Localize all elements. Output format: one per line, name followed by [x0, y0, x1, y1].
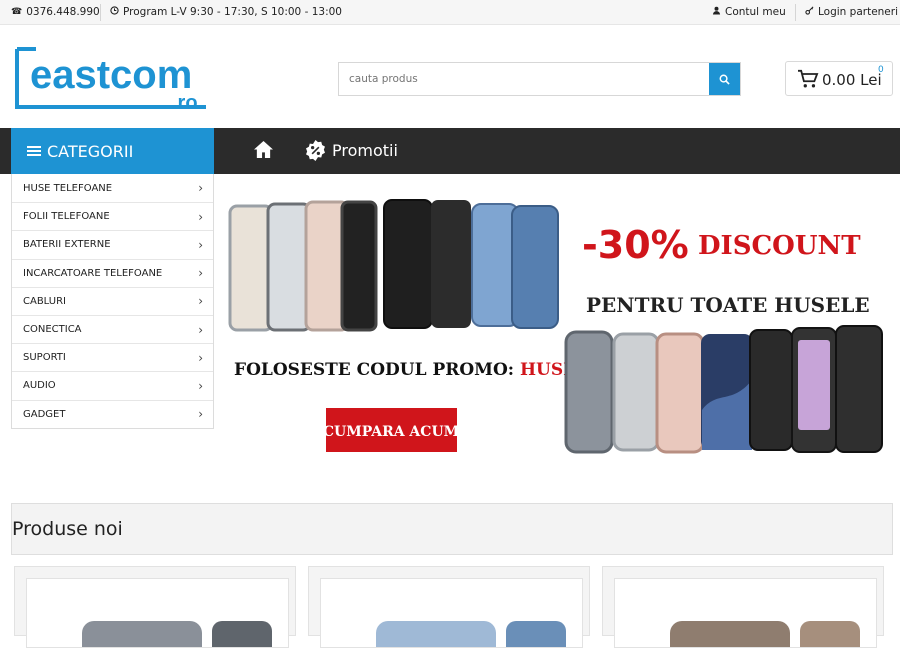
category-item[interactable]: GADGET › — [12, 399, 213, 428]
category-item[interactable]: FOLII TELEFOANE › — [12, 202, 213, 230]
product-image — [614, 578, 877, 648]
search-box — [338, 62, 741, 96]
chevron-right-icon: › — [198, 322, 203, 337]
product-card[interactable] — [602, 566, 884, 648]
category-label: INCARCATOARE TELEFOANE — [23, 267, 163, 279]
chevron-right-icon: › — [198, 350, 203, 365]
home-link[interactable] — [253, 140, 274, 163]
category-item[interactable]: INCARCATOARE TELEFOANE › — [12, 258, 213, 287]
cart-button[interactable]: 0.00 Lei 0 — [785, 61, 893, 96]
partners-login-link[interactable]: Login parteneri — [805, 6, 898, 18]
category-item[interactable]: SUPORTI › — [12, 343, 213, 371]
discount-word: DISCOUNT — [698, 231, 861, 261]
search-input[interactable] — [339, 63, 709, 95]
new-products-section: Produse noi — [11, 503, 893, 555]
category-item[interactable]: AUDIO › — [12, 371, 213, 399]
top-bar: ☎ 0376.448.990 Program L-V 9:30 - 17:30,… — [0, 0, 900, 25]
category-label: CONECTICA — [23, 324, 82, 336]
phone-cases-image-right — [564, 325, 883, 454]
category-label: CABLURI — [23, 295, 66, 307]
chevron-right-icon: › — [198, 181, 203, 196]
product-card[interactable] — [14, 566, 296, 648]
schedule-info: Program L-V 9:30 - 17:30, S 10:00 - 13:0… — [110, 6, 342, 18]
shop-now-label: CUMPARA ACUM — [323, 424, 459, 440]
chevron-right-icon: › — [198, 407, 203, 422]
nav-promotii[interactable]: Promotii — [304, 139, 398, 162]
cart-count-badge: 0 — [878, 65, 884, 75]
hamburger-icon — [27, 146, 41, 156]
search-button[interactable] — [709, 63, 740, 95]
promo-banner[interactable]: -30% DISCOUNT PENTRU TOATE HUSELE FOLOSE… — [216, 180, 900, 470]
category-label: HUSE TELEFOANE — [23, 182, 113, 194]
category-label: BATERII EXTERNE — [23, 239, 111, 251]
partners-label: Login parteneri — [818, 6, 899, 18]
phone-cases-image-left — [228, 199, 559, 332]
promo-code-text: FOLOSESTE CODUL PROMO: HUSE30 — [234, 360, 600, 380]
phone-icon: ☎ — [11, 7, 23, 17]
cart-total: 0.00 Lei — [822, 71, 882, 89]
categories-label: CATEGORII — [47, 141, 134, 161]
category-sidebar: HUSE TELEFOANE › FOLII TELEFOANE › BATERII… — [11, 174, 214, 429]
product-image — [320, 578, 583, 648]
account-link[interactable]: Contul meu — [712, 6, 786, 18]
eastcom-logo[interactable]: eastcom .ro — [14, 46, 211, 110]
product-card[interactable] — [308, 566, 590, 648]
chevron-right-icon: › — [198, 209, 203, 224]
discount-percent: -30% — [582, 223, 689, 267]
search-icon — [719, 74, 730, 85]
user-icon — [712, 6, 721, 18]
clock-icon — [110, 6, 119, 18]
category-label: AUDIO — [23, 380, 56, 392]
category-item[interactable]: BATERII EXTERNE › — [12, 230, 213, 258]
category-label: FOLII TELEFOANE — [23, 211, 110, 223]
logo-suffix: .ro — [172, 92, 198, 110]
phone-number: 0376.448.990 — [26, 6, 100, 18]
section-title: Produse noi — [12, 518, 123, 540]
cart-icon — [798, 69, 819, 88]
schedule-text: Program L-V 9:30 - 17:30, S 10:00 - 13:0… — [123, 6, 342, 18]
logo-text: eastcom — [30, 53, 192, 97]
chevron-right-icon: › — [198, 294, 203, 309]
chevron-right-icon: › — [198, 266, 203, 281]
category-item[interactable]: CABLURI › — [12, 286, 213, 315]
category-label: SUPORTI — [23, 352, 66, 364]
shop-now-button[interactable]: CUMPARA ACUM — [323, 408, 459, 452]
divider — [100, 4, 101, 21]
category-label: GADGET — [23, 408, 66, 420]
key-icon — [805, 6, 814, 18]
chevron-right-icon: › — [198, 378, 203, 393]
discount-badge-icon — [306, 139, 325, 162]
phone-info: ☎ 0376.448.990 — [11, 6, 100, 18]
category-item[interactable]: CONECTICA › — [12, 314, 213, 343]
divider — [795, 4, 796, 21]
banner-line: PENTRU TOATE HUSELE — [586, 293, 870, 317]
chevron-right-icon: › — [198, 237, 203, 252]
promo-label: Promotii — [332, 141, 398, 160]
home-icon — [254, 140, 273, 159]
category-item[interactable]: HUSE TELEFOANE › — [12, 174, 213, 202]
product-image — [26, 578, 289, 648]
categories-menu-button[interactable]: CATEGORII — [11, 128, 214, 174]
account-label: Contul meu — [725, 6, 786, 18]
